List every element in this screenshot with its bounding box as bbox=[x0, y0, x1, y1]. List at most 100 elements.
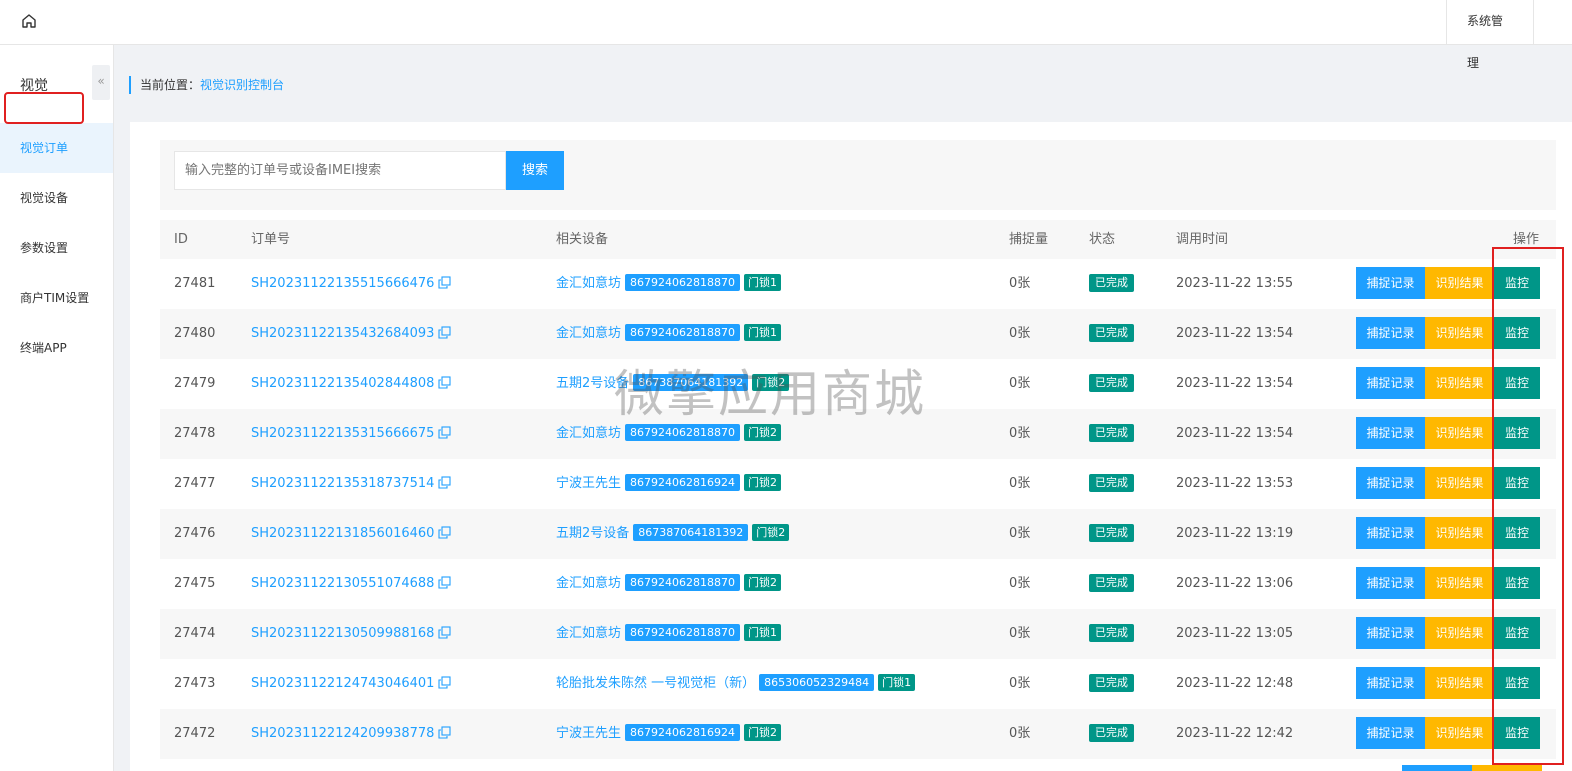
order-link[interactable]: SH20231122130509988168 bbox=[251, 626, 434, 641]
home-icon[interactable] bbox=[20, 12, 38, 30]
copy-icon[interactable] bbox=[438, 376, 452, 389]
sidebar-item-parameter-settings[interactable]: 参数设置 bbox=[0, 223, 113, 273]
capture-records-button[interactable]: 捕捉记录 bbox=[1356, 317, 1425, 349]
lock-badge: 门锁2 bbox=[744, 474, 781, 491]
cell-count: 0张 bbox=[1009, 626, 1031, 641]
breadcrumb-prefix: 当前位置： bbox=[140, 78, 201, 92]
device-link[interactable]: 宁波王先生 bbox=[556, 476, 621, 491]
lock-badge: 门锁2 bbox=[744, 574, 781, 591]
device-link[interactable]: 金汇如意坊 bbox=[556, 626, 621, 641]
cell-device: 轮胎批发朱陈然 一号视觉柜（新） 865306052329484 门锁1 bbox=[556, 659, 916, 709]
copy-icon[interactable] bbox=[438, 476, 452, 489]
recognition-results-button[interactable]: 识别结果 bbox=[1425, 567, 1494, 599]
order-link[interactable]: SH20231122131856016460 bbox=[251, 526, 434, 541]
search-input[interactable] bbox=[174, 151, 506, 190]
table-header: ID 订单号 相关设备 捕捉量 状态 调用时间 操作 bbox=[160, 220, 1556, 259]
recognition-results-button[interactable]: 识别结果 bbox=[1425, 367, 1494, 399]
order-link[interactable]: SH20231122135515666476 bbox=[251, 276, 434, 291]
status-badge: 已完成 bbox=[1089, 324, 1134, 342]
sidebar: 视觉 « 视觉订单 视觉设备 参数设置 商户TIM设置 终端APP bbox=[0, 45, 114, 771]
cell-device: 金汇如意坊 867924062818870 门锁2 bbox=[556, 559, 781, 609]
header-id: ID bbox=[174, 232, 188, 247]
device-link[interactable]: 五期2号设备 bbox=[556, 526, 629, 541]
cell-device: 宁波王先生 867924062816924 门锁2 bbox=[556, 459, 781, 509]
active-item-highlight bbox=[4, 92, 84, 124]
lock-badge: 门锁1 bbox=[878, 674, 916, 691]
device-link[interactable]: 轮胎批发朱陈然 一号视觉柜（新） bbox=[556, 676, 755, 691]
cell-id: 27474 bbox=[174, 626, 216, 641]
copy-icon[interactable] bbox=[438, 526, 452, 539]
cell-id: 27479 bbox=[174, 376, 216, 391]
capture-records-button[interactable]: 捕捉记录 bbox=[1356, 517, 1425, 549]
cell-count: 0张 bbox=[1009, 676, 1031, 691]
copy-icon[interactable] bbox=[438, 626, 452, 639]
cell-time: 2023-11-22 13:54 bbox=[1176, 326, 1294, 341]
device-link[interactable]: 金汇如意坊 bbox=[556, 426, 621, 441]
sidebar-item-vision-devices[interactable]: 视觉设备 bbox=[0, 173, 113, 223]
copy-icon[interactable] bbox=[438, 326, 452, 339]
recognition-results-button[interactable]: 识别结果 bbox=[1425, 317, 1494, 349]
cell-status: 已完成 bbox=[1089, 409, 1134, 459]
lock-badge: 门锁2 bbox=[752, 524, 790, 541]
copy-icon[interactable] bbox=[438, 676, 452, 689]
order-link[interactable]: SH20231122135318737514 bbox=[251, 476, 434, 491]
capture-records-button[interactable]: 捕捉记录 bbox=[1356, 467, 1425, 499]
capture-records-button[interactable]: 捕捉记录 bbox=[1356, 267, 1425, 299]
cell-count: 0张 bbox=[1009, 426, 1031, 441]
imei-badge: 867387064181392 bbox=[633, 524, 749, 541]
cell-status: 已完成 bbox=[1089, 709, 1134, 759]
recognition-results-button[interactable]: 识别结果 bbox=[1425, 517, 1494, 549]
order-link[interactable]: SH20231122124743046401 bbox=[251, 676, 434, 691]
cell-count: 0张 bbox=[1009, 376, 1031, 391]
search-button[interactable]: 搜索 bbox=[506, 151, 564, 190]
cell-time: 2023-11-22 13:06 bbox=[1176, 576, 1294, 591]
capture-records-button[interactable]: 捕捉记录 bbox=[1356, 617, 1425, 649]
cell-order: SH20231122135402844808 bbox=[251, 359, 452, 409]
cell-time: 2023-11-22 13:19 bbox=[1176, 526, 1294, 541]
order-link[interactable]: SH20231122124209938778 bbox=[251, 726, 434, 741]
system-management-menu[interactable]: 系统管理 bbox=[1447, 0, 1534, 70]
table-row: 27474 SH20231122130509988168 金汇如意坊 86792406… bbox=[160, 609, 1556, 659]
sidebar-item-terminal-app[interactable]: 终端APP bbox=[0, 323, 113, 373]
imei-badge: 867924062818870 bbox=[625, 424, 740, 441]
cell-id: 27480 bbox=[174, 326, 216, 341]
capture-records-button[interactable]: 捕捉记录 bbox=[1356, 717, 1425, 749]
breadcrumb-current[interactable]: 视觉识别控制台 bbox=[200, 78, 284, 92]
recognition-results-button[interactable]: 识别结果 bbox=[1425, 417, 1494, 449]
cell-status: 已完成 bbox=[1089, 559, 1134, 609]
status-badge: 已完成 bbox=[1089, 724, 1134, 742]
header-order-no: 订单号 bbox=[251, 232, 291, 247]
copy-icon[interactable] bbox=[438, 576, 452, 589]
cell-count: 0张 bbox=[1009, 526, 1031, 541]
device-link[interactable]: 宁波王先生 bbox=[556, 726, 621, 741]
top-menu-extra[interactable] bbox=[1534, 0, 1572, 45]
order-link[interactable]: SH20231122135402844808 bbox=[251, 376, 434, 391]
device-link[interactable]: 金汇如意坊 bbox=[556, 326, 621, 341]
imei-badge: 865306052329484 bbox=[759, 674, 875, 691]
recognition-results-button[interactable]: 识别结果 bbox=[1425, 467, 1494, 499]
collapse-sidebar-icon[interactable]: « bbox=[92, 65, 110, 100]
sidebar-item-vision-orders[interactable]: 视觉订单 bbox=[0, 123, 113, 173]
device-link[interactable]: 金汇如意坊 bbox=[556, 276, 621, 291]
capture-records-button[interactable]: 捕捉记录 bbox=[1356, 667, 1425, 699]
recognition-results-button[interactable]: 识别结果 bbox=[1425, 717, 1494, 749]
device-link[interactable]: 金汇如意坊 bbox=[556, 576, 621, 591]
copy-icon[interactable] bbox=[438, 276, 452, 289]
status-badge: 已完成 bbox=[1089, 274, 1134, 292]
capture-records-button[interactable]: 捕捉记录 bbox=[1356, 567, 1425, 599]
recognition-results-button[interactable]: 识别结果 bbox=[1425, 267, 1494, 299]
cell-time: 2023-11-22 12:48 bbox=[1176, 676, 1294, 691]
recognition-results-button[interactable]: 识别结果 bbox=[1425, 667, 1494, 699]
capture-records-button[interactable]: 捕捉记录 bbox=[1356, 367, 1425, 399]
copy-icon[interactable] bbox=[438, 426, 452, 439]
cell-status: 已完成 bbox=[1089, 509, 1134, 559]
capture-records-button[interactable]: 捕捉记录 bbox=[1356, 417, 1425, 449]
order-link[interactable]: SH20231122135315666675 bbox=[251, 426, 434, 441]
copy-icon[interactable] bbox=[438, 726, 452, 739]
order-link[interactable]: SH20231122135432684093 bbox=[251, 326, 434, 341]
recognition-results-button[interactable]: 识别结果 bbox=[1425, 617, 1494, 649]
pagination-buttons-partial[interactable] bbox=[1402, 765, 1542, 771]
cell-count: 0张 bbox=[1009, 726, 1031, 741]
order-link[interactable]: SH20231122130551074688 bbox=[251, 576, 434, 591]
sidebar-item-merchant-tim-settings[interactable]: 商户TIM设置 bbox=[0, 273, 113, 323]
